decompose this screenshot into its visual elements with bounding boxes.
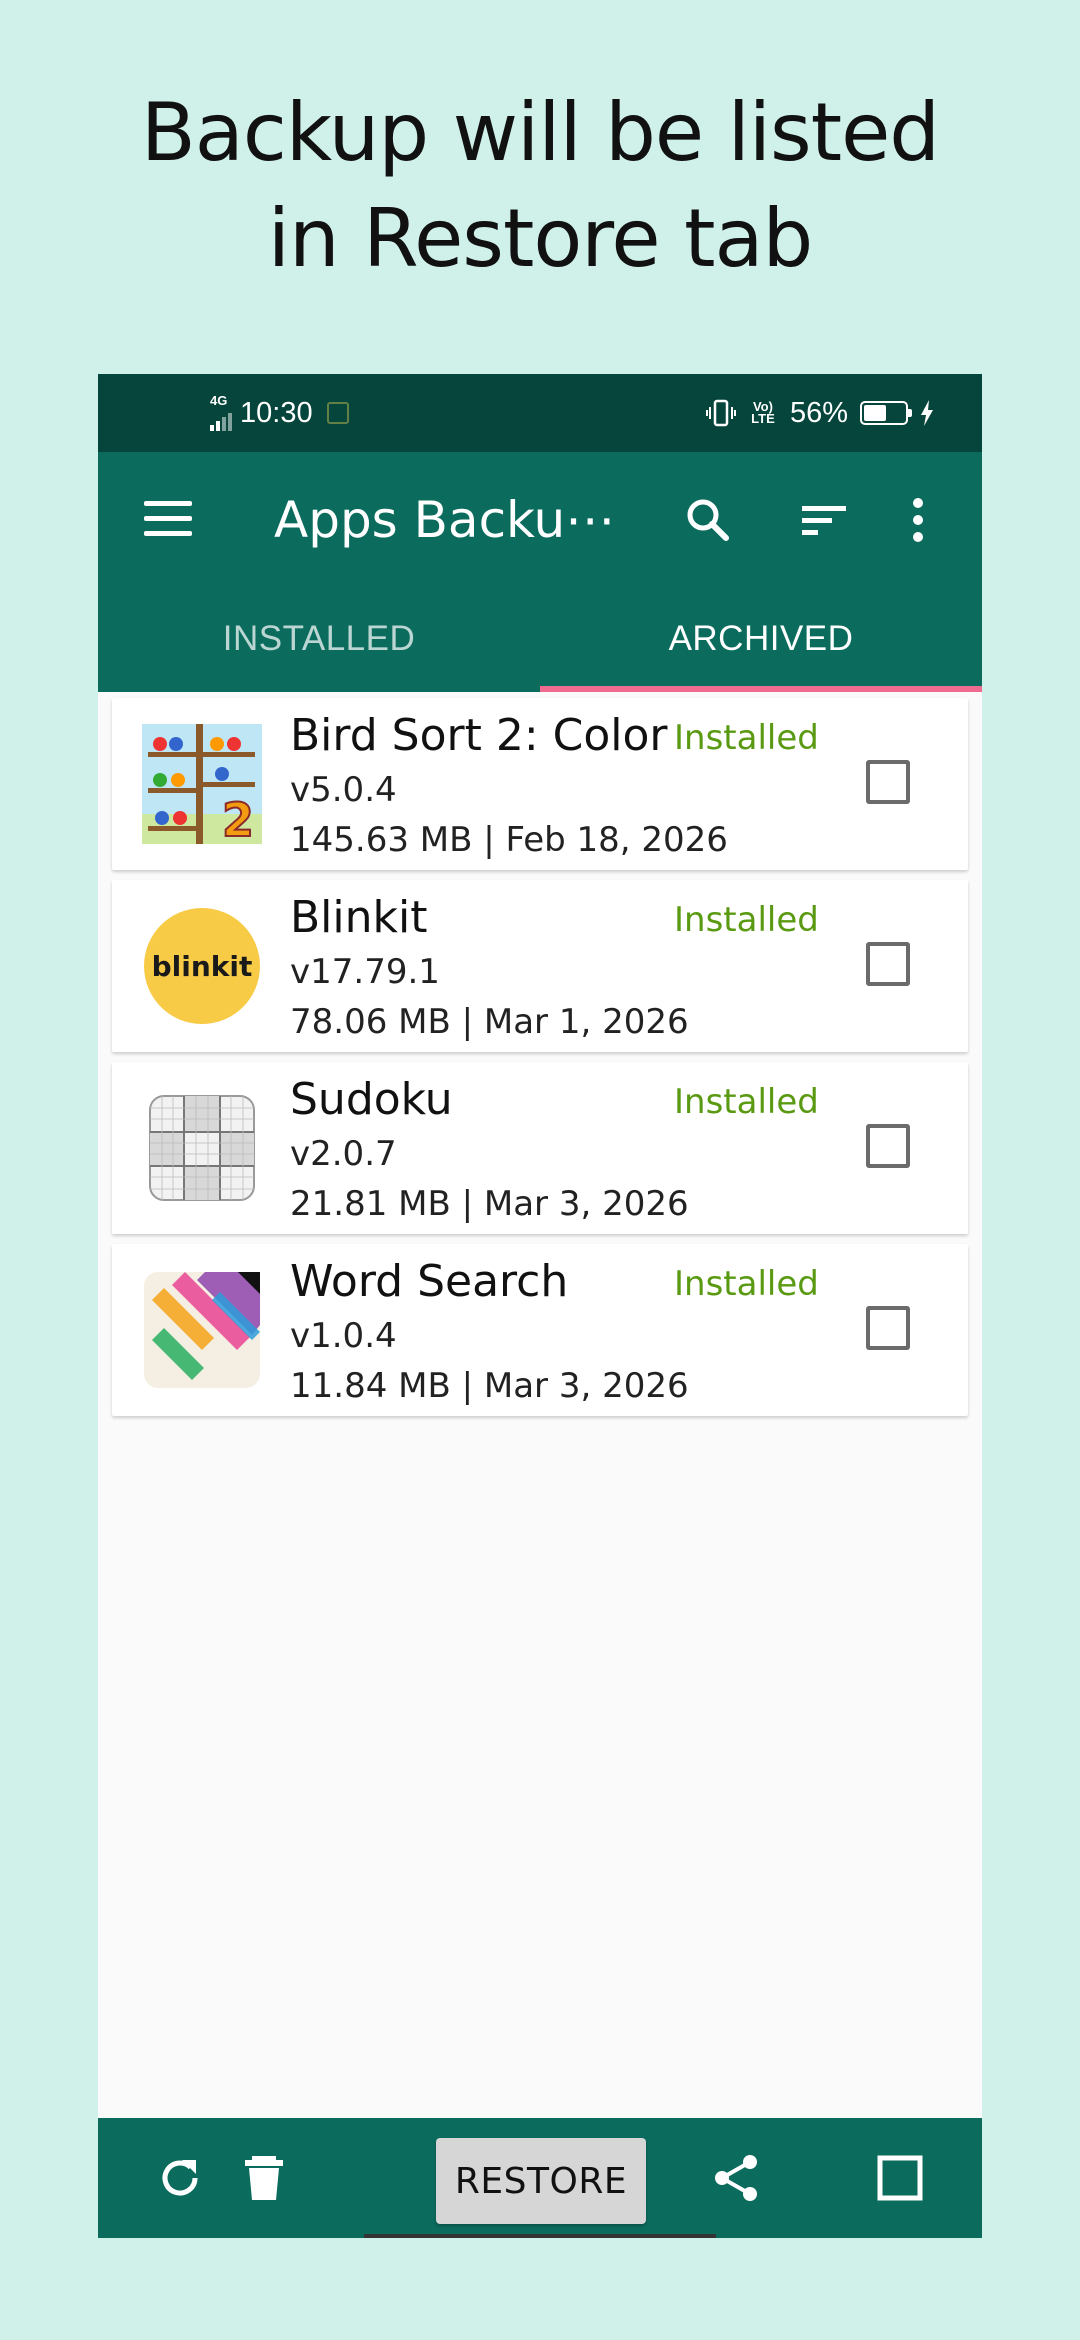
sort-icon[interactable] bbox=[796, 492, 852, 548]
svg-text:2: 2 bbox=[222, 793, 254, 844]
app-bar: Apps Backu⋯ INSTALLED ARCHIVED bbox=[98, 452, 982, 692]
app-version: v1.0.4 bbox=[290, 1316, 397, 1356]
search-icon[interactable] bbox=[680, 492, 736, 548]
list-item[interactable]: 2 Bird Sort 2: Color Installed v5.0.4 14… bbox=[112, 698, 968, 870]
network-signal-icon: 4G bbox=[210, 393, 232, 431]
bird-sort-app-icon: 2 bbox=[142, 724, 262, 844]
installed-status: Installed bbox=[674, 718, 819, 758]
refresh-icon[interactable] bbox=[152, 2150, 208, 2206]
vibrate-icon bbox=[705, 399, 736, 427]
app-name: Bird Sort 2: Color bbox=[290, 710, 668, 761]
app-version: v2.0.7 bbox=[290, 1134, 397, 1174]
installed-status: Installed bbox=[674, 900, 819, 940]
headline-line-2: in Restore tab bbox=[267, 192, 814, 285]
toolbar: Apps Backu⋯ bbox=[98, 452, 982, 586]
gesture-nav-handle bbox=[364, 2234, 716, 2238]
list-item[interactable]: blinkit Blinkit Installed v17.79.1 78.06… bbox=[112, 880, 968, 1052]
more-vert-icon[interactable] bbox=[898, 492, 938, 548]
status-right: Vo) LTE 56% bbox=[705, 396, 934, 430]
list-item[interactable]: Sudoku Installed v2.0.7 21.81 MB | Mar 3… bbox=[112, 1062, 968, 1234]
tab-bar: INSTALLED ARCHIVED bbox=[98, 586, 982, 692]
sudoku-app-icon bbox=[149, 1095, 255, 1201]
app-size-date: 145.63 MB | Feb 18, 2026 bbox=[290, 820, 728, 860]
app-size-date: 11.84 MB | Mar 3, 2026 bbox=[290, 1366, 689, 1406]
charging-icon bbox=[921, 400, 933, 426]
volte-icon: Vo) LTE bbox=[751, 399, 775, 426]
select-checkbox[interactable] bbox=[866, 760, 910, 804]
delete-icon[interactable] bbox=[236, 2150, 292, 2206]
app-size-date: 21.81 MB | Mar 3, 2026 bbox=[290, 1184, 689, 1224]
app-size-date: 78.06 MB | Mar 1, 2026 bbox=[290, 1002, 689, 1042]
select-checkbox[interactable] bbox=[866, 1124, 910, 1168]
app-name: Sudoku bbox=[290, 1074, 453, 1125]
clock: 10:30 bbox=[240, 396, 313, 429]
select-checkbox[interactable] bbox=[866, 1306, 910, 1350]
headline-line-1: Backup will be listed bbox=[140, 86, 940, 179]
word-search-app-icon bbox=[144, 1272, 260, 1388]
app-name: Blinkit bbox=[290, 892, 428, 943]
status-bar: 4G 10:30 Vo) LTE 56% bbox=[98, 374, 982, 452]
app-version: v5.0.4 bbox=[290, 770, 397, 810]
menu-icon[interactable] bbox=[144, 501, 192, 537]
installed-status: Installed bbox=[674, 1082, 819, 1122]
promo-headline: Backup will be listed in Restore tab bbox=[0, 80, 1080, 292]
notification-icon bbox=[326, 402, 349, 424]
blinkit-logo-text: blinkit bbox=[152, 950, 253, 983]
select-all-checkbox-icon[interactable] bbox=[872, 2150, 928, 2206]
battery-icon bbox=[860, 401, 912, 425]
app-title: Apps Backu⋯ bbox=[274, 491, 616, 549]
installed-status: Installed bbox=[674, 1264, 819, 1304]
list-item[interactable]: Word Search Installed v1.0.4 11.84 MB | … bbox=[112, 1244, 968, 1416]
network-type: 4G bbox=[210, 393, 228, 408]
tab-archived[interactable]: ARCHIVED bbox=[540, 586, 982, 692]
restore-button[interactable]: RESTORE bbox=[436, 2138, 646, 2224]
phone-screen: 4G 10:30 Vo) LTE 56% Apps Backu⋯ INSTALL… bbox=[98, 374, 982, 2238]
app-version: v17.79.1 bbox=[290, 952, 440, 992]
backup-list: 2 Bird Sort 2: Color Installed v5.0.4 14… bbox=[98, 692, 982, 1416]
battery-percent: 56% bbox=[789, 396, 848, 429]
select-checkbox[interactable] bbox=[866, 942, 910, 986]
blinkit-app-icon: blinkit bbox=[144, 908, 260, 1024]
status-left: 4G 10:30 bbox=[210, 393, 349, 431]
bottom-action-bar: RESTORE bbox=[98, 2118, 982, 2238]
tab-installed[interactable]: INSTALLED bbox=[98, 586, 540, 692]
share-icon[interactable] bbox=[708, 2150, 764, 2206]
app-name: Word Search bbox=[290, 1256, 569, 1307]
